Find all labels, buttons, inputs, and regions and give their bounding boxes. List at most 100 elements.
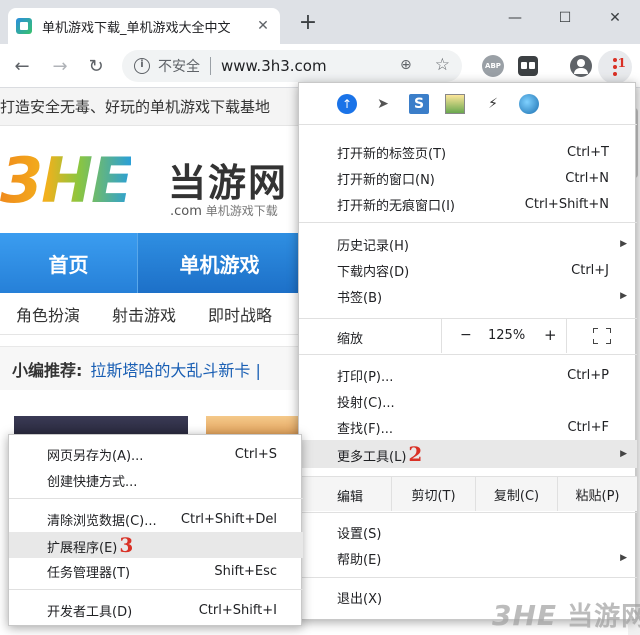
menu-item-shortcut: Ctrl+Shift+N [524,196,609,212]
zoom-label: 缩放 [337,332,364,347]
logo-subtitle: .com 单机游戏下载 [170,202,278,219]
nav-home[interactable]: 首页 [0,233,138,293]
menu-item-label: 书签(B) [337,290,383,306]
menu-divider [299,354,637,355]
menu-divider [9,498,303,499]
logo-sub-text: 单机游戏下载 [205,204,278,218]
recommend-link[interactable]: 拉斯塔哈的大乱斗新卡 | [90,357,260,381]
submenu-save-page[interactable]: 网页另存为(A)... Ctrl+S [9,441,303,467]
menu-item-label: 查找(F)... [337,421,394,437]
editor-recommend: 小编推荐: 拉斯塔哈的大乱斗新卡 | [0,346,300,390]
tab-close-icon[interactable]: ✕ [254,17,272,35]
browser-tab[interactable]: 单机游戏下载_单机游戏大全中文 ✕ [8,8,280,44]
submenu-task-manager[interactable]: 任务管理器(T) Shift+Esc [9,558,303,584]
menu-item-label: 开发者工具(D) [47,604,133,620]
menu-more-tools[interactable]: 更多工具(L) 2 ▶ [299,440,637,468]
window-close-button[interactable]: ✕ [600,6,630,30]
copy-button[interactable]: 复制(C) [475,477,557,511]
menu-bookmarks[interactable]: 书签(B) ▶ [299,283,637,309]
fullscreen-icon[interactable] [593,328,611,344]
menu-item-shortcut: Ctrl+F [567,419,609,435]
menu-item-shortcut: Ctrl+J [571,262,609,278]
site-watermark: 3HE 当游网 [492,596,640,633]
zoom-in-button[interactable]: + [544,326,557,344]
menu-item-label: 投射(C)... [337,395,395,411]
menu-item-label: 退出(X) [337,591,383,607]
new-tab-button[interactable]: + [296,12,320,36]
menu-item-shortcut: Ctrl+P [567,367,609,383]
menu-item-label: 创建快捷方式... [47,474,138,490]
cursor-extension-icon[interactable]: ➤ [373,94,393,114]
logo-domain: .com [170,204,202,219]
s-extension-icon[interactable]: S [409,94,429,114]
site-logo[interactable]: 3HE 当游网 .com 单机游戏下载 [0,134,300,224]
submenu-clear-data[interactable]: 清除浏览数据(C)... Ctrl+Shift+Del [9,506,303,532]
menu-item-label: 下载内容(D) [337,264,410,280]
lightning-extension-icon[interactable]: ⚡ [483,94,503,114]
tab-strip: 单机游戏下载_单机游戏大全中文 ✕ + — ☐ ✕ [0,0,640,44]
back-button[interactable]: ← [10,54,34,78]
nav-single-games[interactable]: 单机游戏 [139,233,300,293]
menu-downloads[interactable]: 下载内容(D) Ctrl+J [299,257,637,283]
zoom-out-button[interactable]: − [460,327,472,343]
globe-extension-icon[interactable] [519,94,539,114]
info-icon[interactable]: i [134,58,150,74]
image-extension-icon[interactable] [445,94,465,114]
submenu-arrow-icon: ▶ [620,291,627,301]
menu-item-shortcut: Ctrl+N [565,170,609,186]
submenu-dev-tools[interactable]: 开发者工具(D) Ctrl+Shift+I [9,597,303,623]
extension-icon[interactable] [518,56,538,76]
maximize-button[interactable]: ☐ [550,6,580,30]
logo-chinese-name: 当游网 [168,161,289,205]
step-number-3: 3 [119,533,134,557]
forward-button[interactable]: → [48,54,72,78]
submenu-extensions[interactable]: 扩展程序(E) 3 [9,532,303,558]
menu-cast[interactable]: 投射(C)... [299,388,637,414]
step-number-1: 1 [617,56,626,70]
menu-edit-row: 编辑 剪切(T) 复制(C) 粘贴(P) [299,477,637,511]
edit-label: 编辑 [337,490,364,505]
menu-item-label: 更多工具(L) 2 [337,442,423,466]
zoom-controls: − 125% + [441,319,567,353]
url-text[interactable]: www.3h3.com [221,57,462,75]
submenu-arrow-icon: ▶ [620,239,627,249]
adblock-extension-icon[interactable]: ABP [482,55,504,77]
menu-item-label: 帮助(E) [337,552,382,568]
menu-new-tab[interactable]: 打开新的标签页(T) Ctrl+T [299,139,637,165]
menu-item-shortcut: Ctrl+S [234,446,277,462]
menu-item-shortcut: Ctrl+Shift+Del [180,511,277,527]
minimize-button[interactable]: — [500,6,530,30]
category-shooter[interactable]: 射击游戏 [112,302,176,326]
zoom-icon[interactable]: ⊕ [400,57,418,75]
menu-history[interactable]: 历史记录(H) ▶ [299,231,637,257]
category-nav: 角色扮演 射击游戏 即时战略 [0,293,300,335]
paste-button[interactable]: 粘贴(P) [557,477,637,511]
menu-new-incognito[interactable]: 打开新的无痕窗口(I) Ctrl+Shift+N [299,191,637,217]
menu-settings[interactable]: 设置(S) [299,519,637,545]
submenu-arrow-icon: ▶ [620,553,627,563]
menu-print[interactable]: 打印(P)... Ctrl+P [299,362,637,388]
security-status[interactable]: 不安全 [158,56,200,76]
menu-new-window[interactable]: 打开新的窗口(N) Ctrl+N [299,165,637,191]
address-bar[interactable]: i 不安全 www.3h3.com ⊕ ☆ [122,50,462,82]
menu-find[interactable]: 查找(F)... Ctrl+F [299,414,637,440]
site-favicon-icon [16,18,32,34]
category-rts[interactable]: 即时战略 [208,302,272,326]
menu-divider [299,222,637,223]
submenu-arrow-icon: ▶ [620,449,627,459]
omnibox-divider [210,57,211,75]
chrome-menu-button[interactable]: 1 [598,50,632,84]
menu-dot-icon [613,65,617,69]
submenu-create-shortcut[interactable]: 创建快捷方式... [9,467,303,493]
extensions-row: ↑ ➤ S ⚡ [299,83,637,125]
profile-avatar-icon[interactable] [570,55,592,77]
reload-button[interactable]: ↻ [84,54,108,78]
menu-help[interactable]: 帮助(E) ▶ [299,545,637,571]
category-rpg[interactable]: 角色扮演 [16,302,80,326]
bookmark-star-icon[interactable]: ☆ [435,55,450,75]
cut-button[interactable]: 剪切(T) [391,477,475,511]
up-arrow-extension-icon[interactable]: ↑ [337,94,357,114]
menu-item-label: 打开新的无痕窗口(I) [337,198,455,214]
menu-item-label: 网页另存为(A)... [47,448,144,464]
menu-zoom-row: 缩放 − 125% + [299,319,637,353]
